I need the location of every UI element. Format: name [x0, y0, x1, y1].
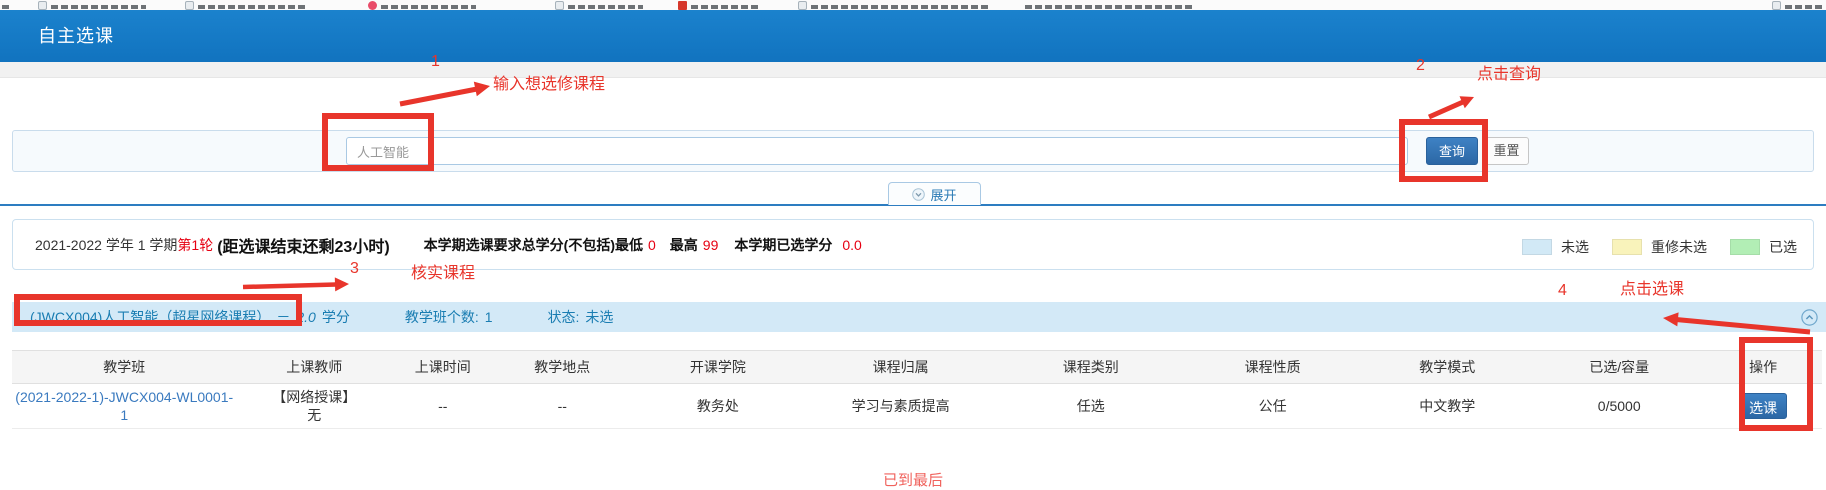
chevron-down-circle-icon [912, 188, 925, 201]
legend-swatch-retake [1612, 239, 1642, 255]
credit-max-label: 最高 [670, 235, 698, 255]
bookmark-icon [555, 1, 564, 10]
semester-info-line: 2021-2022 学年 1 学期 第1轮 (距选课结束还剩23小时) 本学期选… [35, 220, 862, 269]
credit-requirement-label: 本学期选课要求总学分(不包括)最低 [424, 235, 643, 255]
chevron-up-circle-icon [1801, 309, 1818, 326]
reset-button[interactable]: 重置 [1484, 137, 1529, 165]
course-title: (JWCX004)人工智能（超星网络课程） [30, 307, 270, 327]
select-course-button[interactable]: 选课 [1740, 393, 1787, 419]
col-header-nature: 课程性质 [1185, 351, 1361, 383]
subheader-strip [0, 62, 1826, 78]
teacher-name: 无 [307, 406, 321, 424]
class-count-label: 教学班个数: [405, 307, 479, 327]
col-header-capacity: 已选/容量 [1534, 351, 1704, 383]
course-credits-value: 2.0 [296, 309, 315, 325]
class-location: -- [493, 384, 631, 428]
course-search-input[interactable] [346, 137, 1408, 165]
annotation-step4-number: 4 [1558, 282, 1567, 300]
annotation-step4-label: 点击选课 [1620, 275, 1684, 299]
class-mode: 中文教学 [1360, 384, 1534, 428]
class-name-link[interactable]: (2021-2022-1)-JWCX004-WL0001-1 [12, 388, 236, 424]
collapse-course-button[interactable] [1801, 309, 1818, 326]
end-of-list-note: 已到最后 [883, 469, 943, 490]
col-header-time: 上课时间 [392, 351, 493, 383]
class-count-value: 1 [485, 309, 493, 325]
legend-label-retake: 重修未选 [1651, 237, 1707, 257]
course-status-label: 状态: [548, 307, 580, 327]
selection-round: 第1轮 [177, 235, 213, 255]
browser-bookmarks-bar [0, 0, 1826, 10]
legend-swatch-selected [1730, 239, 1760, 255]
class-college: 教务处 [631, 384, 805, 428]
red-square-icon [678, 1, 687, 10]
legend-label-unselected: 未选 [1561, 237, 1589, 257]
expand-toggle[interactable]: 展开 [888, 182, 981, 205]
col-header-class: 教学班 [12, 351, 236, 383]
bookmark-item[interactable] [38, 0, 146, 10]
class-affiliation: 学习与素质提高 [805, 384, 997, 428]
selected-credit-value: 0.0 [842, 237, 861, 253]
selected-credit-label: 本学期已选学分 [734, 235, 832, 255]
bookmark-item[interactable] [555, 0, 643, 10]
col-header-college: 开课学院 [631, 351, 805, 383]
expand-label: 展开 [930, 185, 956, 204]
bookmark-icon [798, 1, 807, 10]
credit-max-value: 99 [703, 237, 719, 253]
credit-min-value: 0 [648, 237, 656, 253]
bookmark-item[interactable] [1025, 0, 1195, 10]
selection-countdown: (距选课结束还剩23小时) [217, 233, 389, 257]
course-dash: － [276, 307, 290, 327]
class-table: 教学班 上课教师 上课时间 教学地点 开课学院 课程归属 课程类别 课程性质 教… [12, 350, 1822, 429]
course-header-bar[interactable]: (JWCX004)人工智能（超星网络课程） － 2.0 学分 教学班个数: 1 … [12, 302, 1826, 332]
search-panel: 查询 重置 [12, 130, 1814, 172]
class-category: 任选 [997, 384, 1185, 428]
bookmark-item[interactable] [368, 0, 476, 10]
bookmark-icon [38, 1, 47, 10]
legend-label-selected: 已选 [1769, 237, 1797, 257]
teacher-tag: 【网络授课】 [272, 388, 356, 406]
col-header-affiliation: 课程归属 [805, 351, 997, 383]
status-legend: 未选 重修未选 已选 [1522, 237, 1797, 257]
legend-swatch-unselected [1522, 239, 1552, 255]
class-capacity: 0/5000 [1534, 384, 1704, 428]
col-header-location: 教学地点 [493, 351, 631, 383]
semester-info-panel: 2021-2022 学年 1 学期 第1轮 (距选课结束还剩23小时) 本学期选… [12, 219, 1814, 270]
course-status-value: 未选 [585, 307, 613, 327]
page-header: 自主选课 [0, 10, 1826, 62]
col-header-action: 操作 [1704, 351, 1822, 383]
bookmark-icon [1772, 1, 1781, 10]
bookmark-item[interactable] [185, 0, 308, 10]
col-header-teacher: 上课教师 [236, 351, 392, 383]
page-title: 自主选课 [38, 10, 114, 62]
table-header-row: 教学班 上课教师 上课时间 教学地点 开课学院 课程归属 课程类别 课程性质 教… [12, 350, 1822, 384]
query-button[interactable]: 查询 [1426, 137, 1478, 165]
table-row: (2021-2022-1)-JWCX004-WL0001-1 【网络授课】 无 … [12, 384, 1822, 429]
bookmark-item[interactable] [678, 0, 761, 10]
red-dot-icon [368, 1, 377, 10]
semester-term: 2021-2022 学年 1 学期 [35, 235, 177, 255]
class-time: -- [392, 384, 493, 428]
col-header-category: 课程类别 [997, 351, 1185, 383]
class-nature: 公任 [1185, 384, 1361, 428]
course-credits-unit: 学分 [322, 307, 350, 327]
bookmark-item[interactable] [1772, 0, 1823, 10]
bookmark-item[interactable] [798, 0, 991, 10]
bookmark-item[interactable] [2, 0, 12, 10]
bookmark-icon [185, 1, 194, 10]
col-header-mode: 教学模式 [1360, 351, 1534, 383]
